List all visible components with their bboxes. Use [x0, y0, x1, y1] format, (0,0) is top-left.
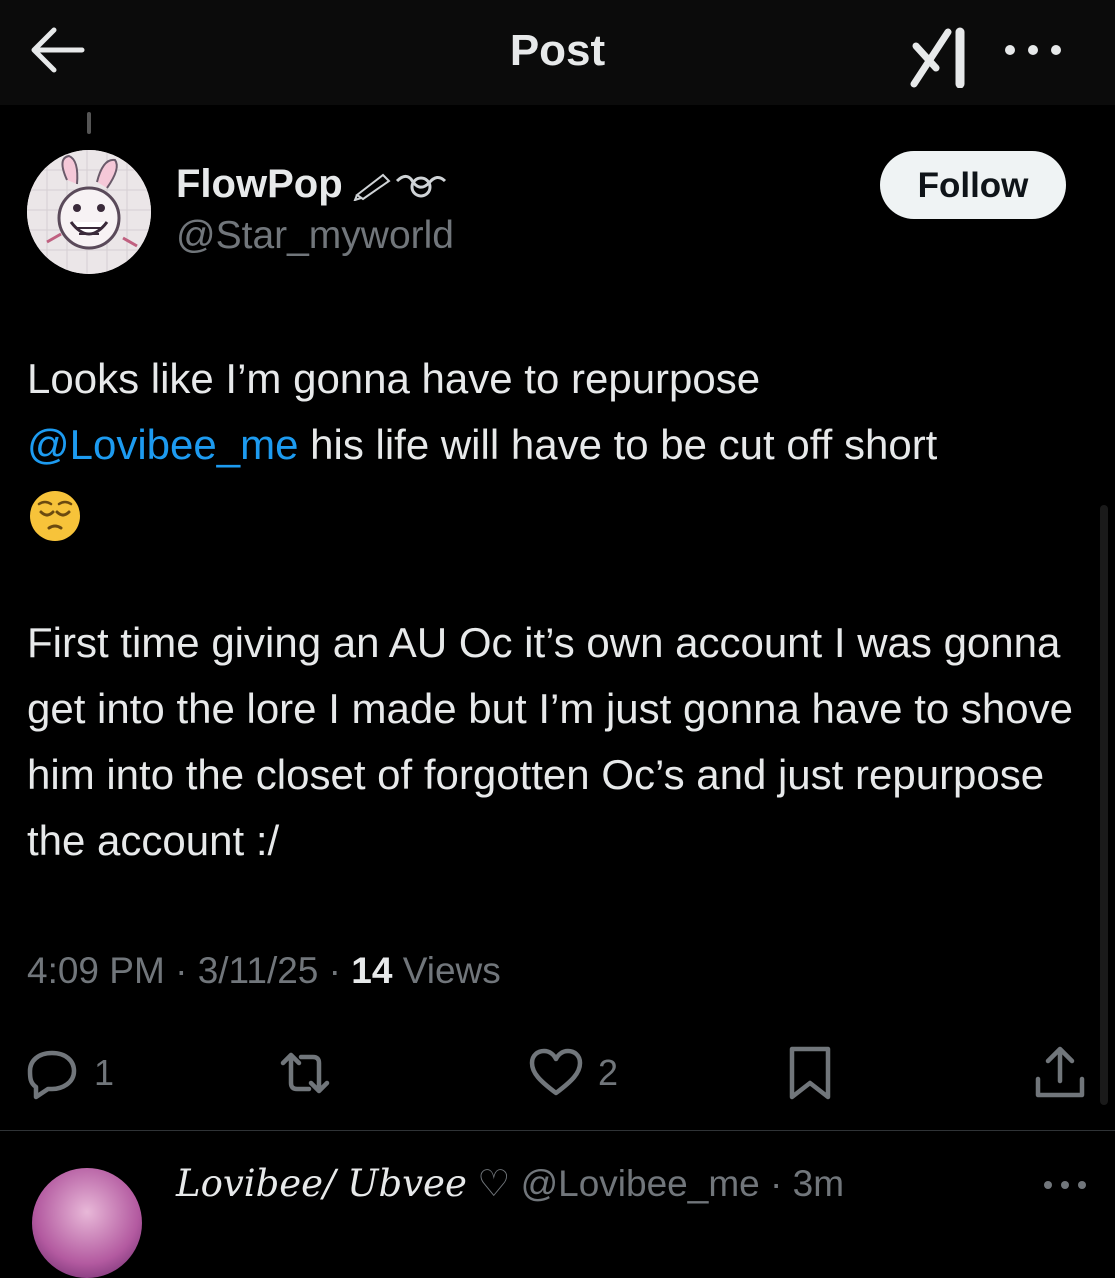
post-meta: 4:09 PM · 3/11/25 · 14 Views — [27, 950, 501, 992]
views-count[interactable]: 14 — [351, 950, 392, 991]
reply-handle[interactable]: @Lovibee_me — [521, 1163, 760, 1204]
author-name[interactable]: FlowPop — [176, 162, 343, 207]
reply-action[interactable]: 1 — [22, 1043, 114, 1103]
meta-separator: · — [164, 950, 198, 991]
more-horizontal-icon[interactable] — [1000, 38, 1066, 62]
heart-icon[interactable] — [526, 1043, 586, 1103]
reply-time: 3m — [792, 1163, 845, 1204]
reply-more-icon[interactable] — [1040, 1175, 1090, 1195]
grok-icon[interactable] — [908, 24, 978, 88]
scrollbar[interactable] — [1100, 505, 1108, 1105]
reply-author-name[interactable]: Lovibee/ Ubvee — [176, 1162, 467, 1205]
post-body: Looks like I’m gonna have to repurpose @… — [27, 346, 1097, 874]
views-label[interactable]: Views — [392, 950, 501, 991]
mention-link[interactable]: @Lovibee_me — [27, 421, 298, 468]
action-bar: 1 2 — [0, 1035, 1115, 1110]
pensive-face-emoji-icon — [30, 490, 80, 541]
reply-count: 1 — [94, 1052, 115, 1093]
divider — [0, 1130, 1115, 1131]
repost-icon[interactable] — [275, 1043, 335, 1103]
author-name-row[interactable]: FlowPop — [176, 162, 449, 207]
avatar[interactable] — [27, 150, 151, 274]
repost-action[interactable] — [275, 1043, 335, 1103]
reply-avatar[interactable] — [32, 1168, 142, 1278]
bookmark-action[interactable] — [780, 1043, 840, 1103]
top-bar: Post — [0, 0, 1115, 105]
post-paragraph-2: First time giving an AU Oc it’s own acco… — [27, 619, 1073, 864]
like-count: 2 — [598, 1052, 619, 1093]
follow-button[interactable]: Follow — [880, 151, 1066, 219]
post-time: 4:09 PM — [27, 950, 165, 991]
reply-icon[interactable] — [22, 1043, 82, 1103]
post-line-2-text: his life will have to be cut off short — [298, 421, 938, 468]
share-icon[interactable] — [1030, 1043, 1090, 1103]
thread-connector — [87, 112, 91, 134]
post-line-1: Looks like I’m gonna have to repurpose — [27, 355, 761, 402]
author-handle[interactable]: @Star_myworld — [176, 214, 454, 258]
post-emoji-line — [27, 478, 1097, 544]
post-date: 3/11/25 — [197, 950, 319, 991]
reply-header[interactable]: Lovibee/ Ubvee ♡ @Lovibee_me · 3m — [176, 1162, 844, 1205]
meta-separator: · — [318, 950, 352, 991]
share-action[interactable] — [1030, 1043, 1090, 1103]
bookmark-icon[interactable] — [780, 1043, 840, 1103]
reply-heart: ♡ — [477, 1163, 511, 1204]
post-line-2: @Lovibee_me his life will have to be cut… — [27, 412, 1097, 478]
reply-separator: · — [759, 1163, 793, 1204]
like-action[interactable]: 2 — [526, 1043, 618, 1103]
pencil-loop-emoji-icon — [353, 173, 446, 201]
